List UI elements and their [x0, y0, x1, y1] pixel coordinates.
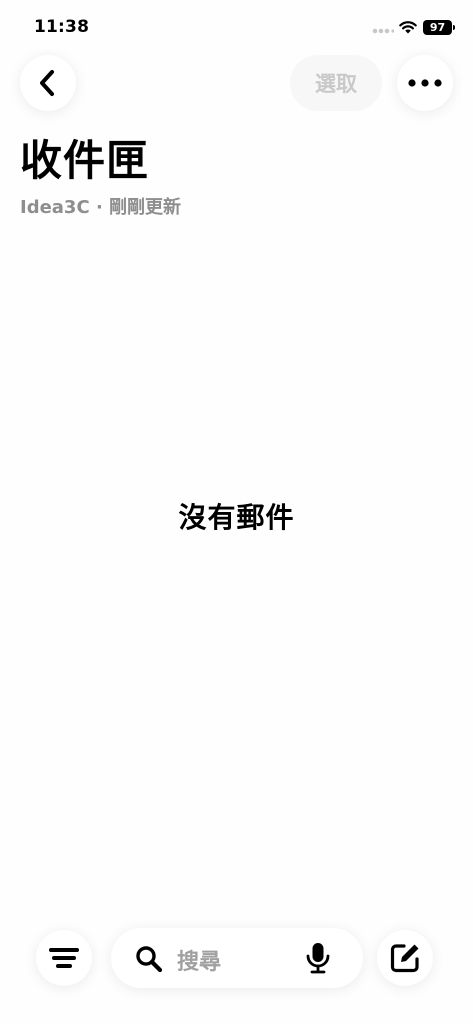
status-time: 11:38: [34, 17, 90, 37]
signal-dots-icon: [372, 28, 394, 34]
compose-button[interactable]: [377, 930, 433, 986]
wifi-icon: [399, 21, 417, 34]
chevron-left-icon: [40, 70, 54, 96]
more-button[interactable]: [397, 55, 453, 111]
battery-icon: 97: [423, 20, 455, 35]
back-button[interactable]: [20, 55, 76, 111]
search-placeholder: 搜尋: [177, 950, 222, 975]
microphone-icon[interactable]: [305, 942, 331, 974]
page-subtitle: Idea3C · 剛剛更新: [20, 197, 182, 218]
magnifier-icon: [136, 946, 163, 973]
ellipsis-icon: [408, 79, 442, 87]
empty-state-message: 沒有郵件: [178, 501, 295, 534]
compose-icon: [390, 944, 419, 973]
filter-lines-icon: [49, 948, 79, 968]
filter-button[interactable]: [36, 930, 92, 986]
search-input[interactable]: 搜尋: [111, 928, 363, 988]
select-button[interactable]: 選取: [290, 55, 382, 111]
status-bar: 11:38 97: [0, 0, 473, 50]
bottom-toolbar: 搜尋: [0, 926, 473, 990]
page-title: 收件匣: [20, 136, 150, 185]
